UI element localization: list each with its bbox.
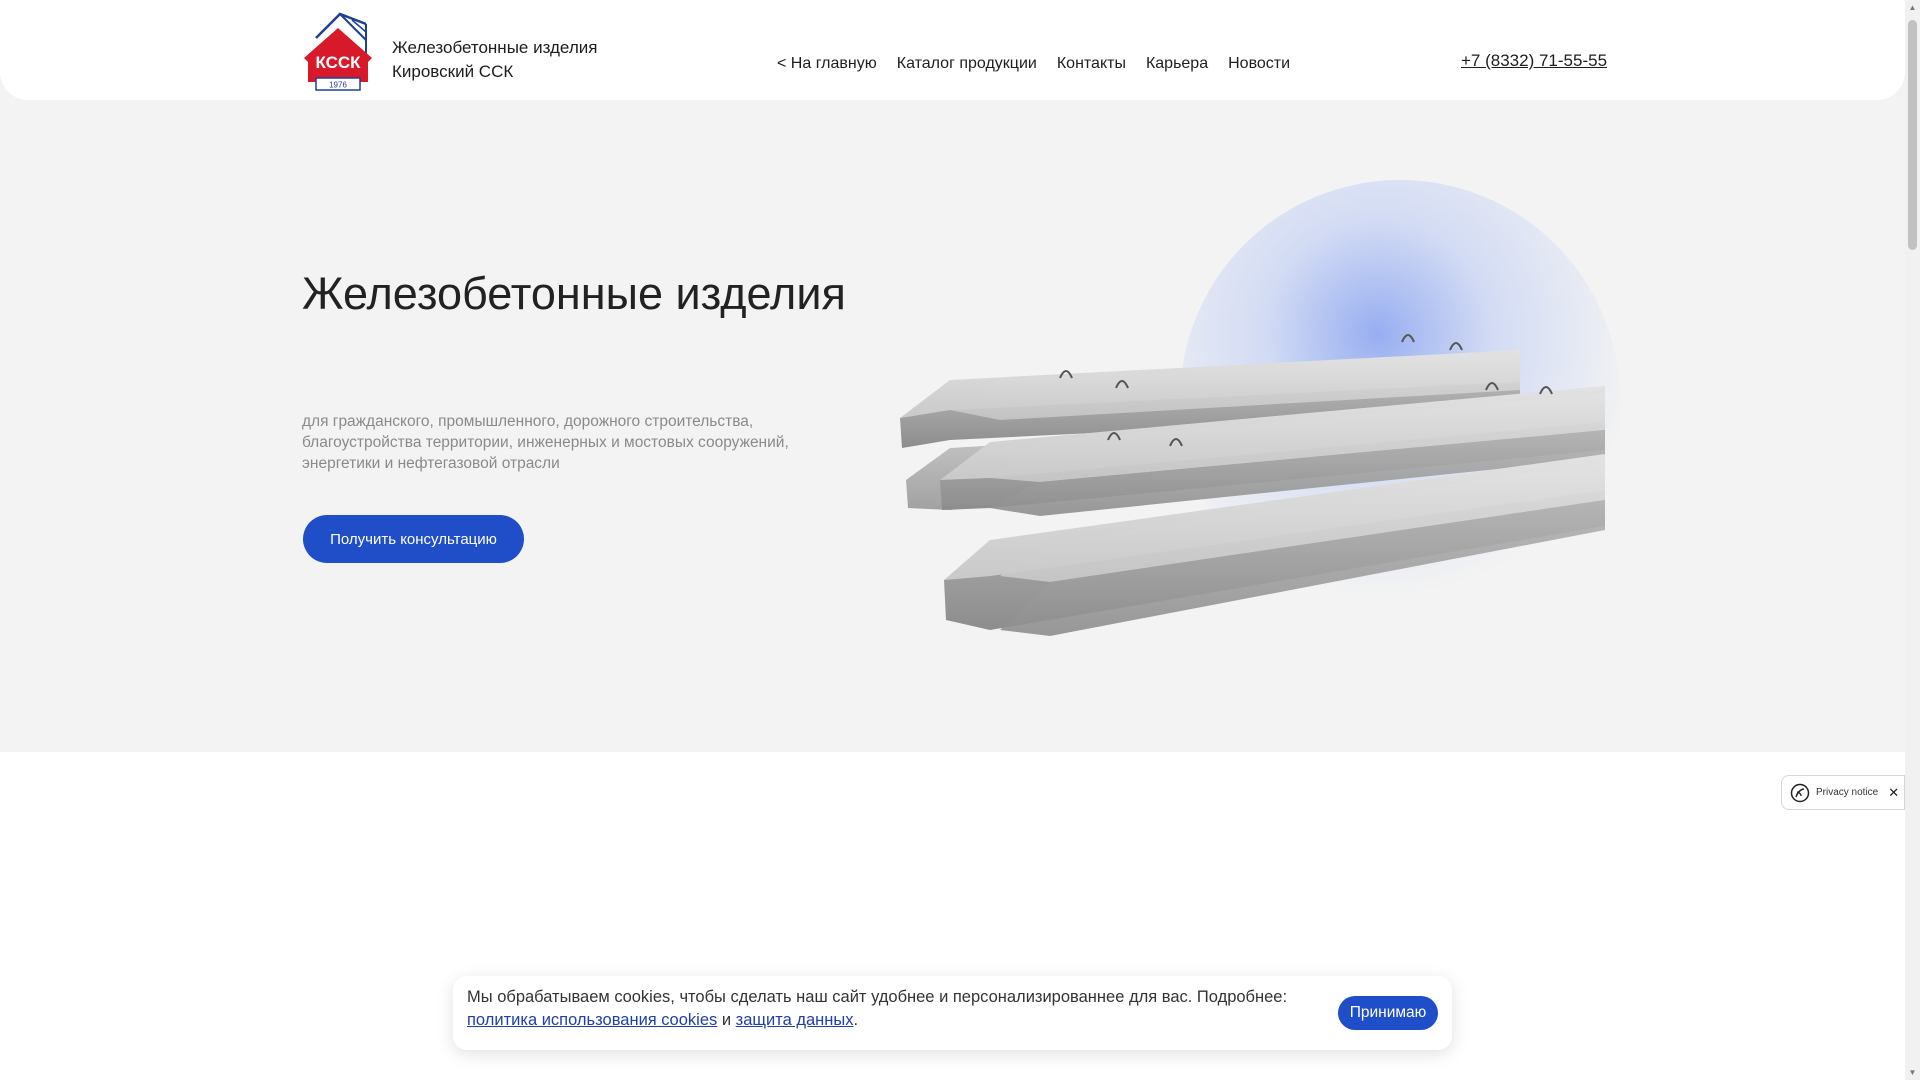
phone-link[interactable]: +7 (8332) 71-55-55 xyxy=(1461,51,1607,71)
cookie-policy-link[interactable]: политика использования cookies xyxy=(467,1011,717,1029)
logo-year: 1976 xyxy=(329,81,347,90)
privacy-icon xyxy=(1790,783,1810,802)
cookie-banner: Мы обрабатываем cookies, чтобы сделать н… xyxy=(453,976,1452,1050)
privacy-notice-label: Privacy notice xyxy=(1816,787,1879,798)
consultation-button[interactable]: Получить консультацию xyxy=(303,515,524,563)
hero-title: Железобетонные изделия xyxy=(302,268,846,319)
cookie-period: . xyxy=(853,1011,859,1029)
concrete-piles-image xyxy=(900,334,1605,636)
cookie-conjunction: и xyxy=(721,1011,732,1029)
brand-line-1: Железобетонные изделия xyxy=(392,38,598,57)
scroll-thumb[interactable] xyxy=(1908,20,1917,250)
main-nav: < На главную Каталог продукции Контакты … xyxy=(777,55,1290,73)
privacy-notice[interactable]: Privacy notice ✕ xyxy=(1781,775,1905,810)
company-logo[interactable]: КССК 1976 xyxy=(302,10,374,92)
nav-item-career[interactable]: Карьера xyxy=(1146,55,1208,73)
hero-subtitle: для гражданского, промышленного, дорожно… xyxy=(302,413,789,472)
cookie-text: Мы обрабатываем cookies, чтобы сделать н… xyxy=(467,986,1327,1032)
nav-item-catalog[interactable]: Каталог продукции xyxy=(897,55,1037,73)
nav-item-home[interactable]: < На главную xyxy=(777,55,877,73)
site-header: КССК 1976 Железобетонные изделия Кировск… xyxy=(0,0,1905,100)
logo-text: КССК xyxy=(315,53,361,72)
brand-line-2: Кировский ССК xyxy=(392,62,514,81)
page: КССК 1976 Железобетонные изделия Кировск… xyxy=(0,0,1905,1080)
vertical-scrollbar[interactable]: ▲ ▼ xyxy=(1905,0,1920,1080)
scroll-down-icon[interactable]: ▼ xyxy=(1908,1068,1917,1077)
close-icon[interactable]: ✕ xyxy=(1888,785,1899,801)
scroll-up-icon[interactable]: ▲ xyxy=(1908,3,1917,12)
data-protection-link[interactable]: защита данных xyxy=(736,1011,854,1029)
nav-item-contacts[interactable]: Контакты xyxy=(1057,55,1126,73)
accept-cookies-button[interactable]: Принимаю xyxy=(1338,996,1438,1030)
nav-item-news[interactable]: Новости xyxy=(1228,55,1290,73)
brand-name[interactable]: Железобетонные изделия Кировский ССК xyxy=(392,36,597,84)
cookie-text-main: Мы обрабатываем cookies, чтобы сделать н… xyxy=(467,988,1288,1006)
